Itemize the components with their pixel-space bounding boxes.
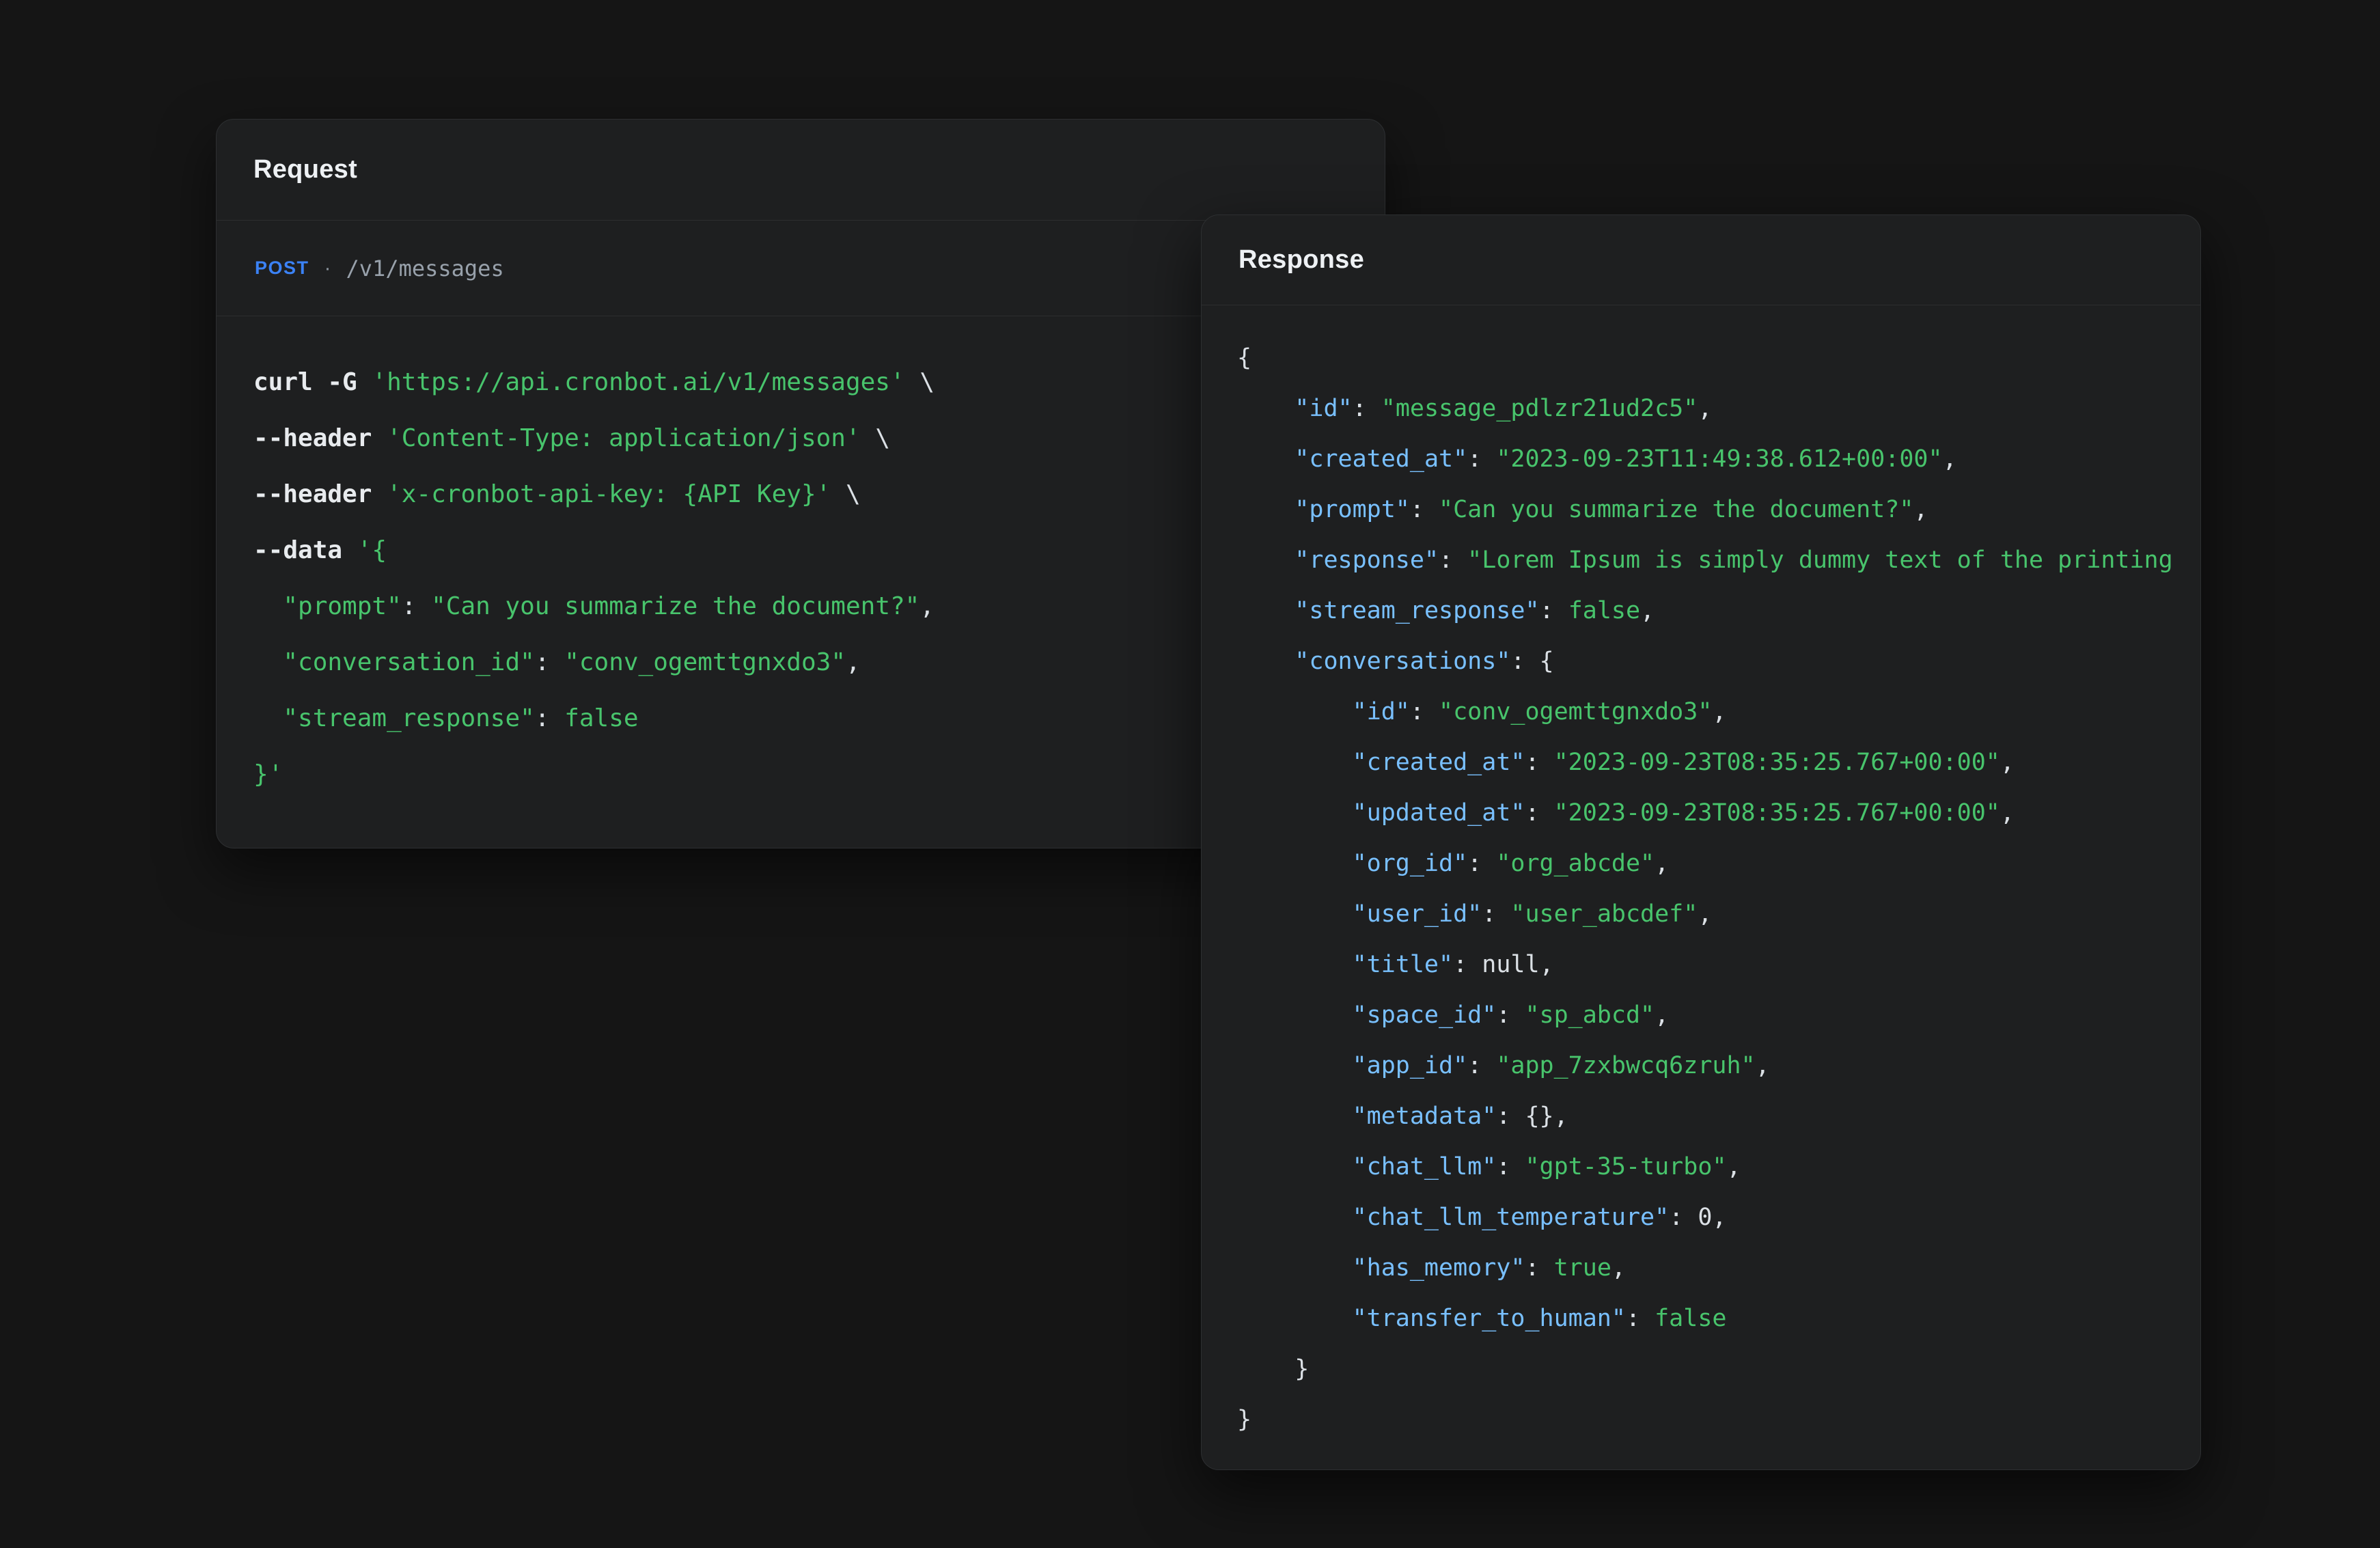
code-line: "chat_llm": "gpt-35-turbo", xyxy=(1237,1142,2200,1192)
code-line: "id": "conv_ogemttgnxdo3", xyxy=(1237,687,2200,737)
response-panel: Response { "id": "message_pdlzr21ud2c5",… xyxy=(1201,215,2201,1470)
code-line: "created_at": "2023-09-23T08:35:25.767+0… xyxy=(1237,737,2200,788)
code-line: "prompt": "Can you summarize the documen… xyxy=(1237,484,2200,535)
code-line: --header 'Content-Type: application/json… xyxy=(253,411,1348,467)
code-line: --header 'x-cronbot-api-key: {API Key}' … xyxy=(253,467,1348,523)
code-line: "updated_at": "2023-09-23T08:35:25.767+0… xyxy=(1237,788,2200,838)
code-line: "stream_response": false, xyxy=(1237,585,2200,636)
code-line: "conversations": { xyxy=(1237,636,2200,687)
code-line: "space_id": "sp_abcd", xyxy=(1237,990,2200,1040)
code-line: { xyxy=(1237,333,2200,383)
response-panel-title: Response xyxy=(1239,245,1364,275)
code-line: "chat_llm_temperature": 0, xyxy=(1237,1192,2200,1243)
code-line: --data '{ xyxy=(253,523,1348,579)
code-line: "org_id": "org_abcde", xyxy=(1237,838,2200,889)
response-code-block: { "id": "message_pdlzr21ud2c5", "created… xyxy=(1202,305,2200,1470)
code-line: "user_id": "user_abcdef", xyxy=(1237,889,2200,939)
code-line: "created_at": "2023-09-23T11:49:38.612+0… xyxy=(1237,434,2200,484)
code-line: } xyxy=(1237,1394,2200,1445)
code-line: "title": null, xyxy=(1237,939,2200,990)
code-line: "has_memory": true, xyxy=(1237,1243,2200,1293)
code-line: "metadata": {}, xyxy=(1237,1091,2200,1142)
code-line: "id": "message_pdlzr21ud2c5", xyxy=(1237,383,2200,434)
code-line: }' xyxy=(253,747,1348,803)
code-line: "stream_response": false xyxy=(253,691,1348,747)
http-method-badge: POST xyxy=(255,258,309,279)
code-line: } xyxy=(1237,1344,2200,1394)
response-panel-header: Response xyxy=(1202,215,2200,305)
endpoint-separator-dot: · xyxy=(324,257,331,280)
code-line: "response": "Lorem Ipsum is simply dummy… xyxy=(1237,535,2200,585)
code-line: "app_id": "app_7zxbwcq6zruh", xyxy=(1237,1040,2200,1091)
request-panel-header: Request xyxy=(217,120,1385,221)
endpoint-path: /v1/messages xyxy=(346,255,504,281)
code-line: "conversation_id": "conv_ogemttgnxdo3", xyxy=(253,635,1348,691)
request-panel-title: Request xyxy=(253,155,357,184)
code-line: "transfer_to_human": false xyxy=(1237,1293,2200,1344)
code-line: "prompt": "Can you summarize the documen… xyxy=(253,579,1348,635)
code-line: curl -G 'https://api.cronbot.ai/v1/messa… xyxy=(253,355,1348,411)
